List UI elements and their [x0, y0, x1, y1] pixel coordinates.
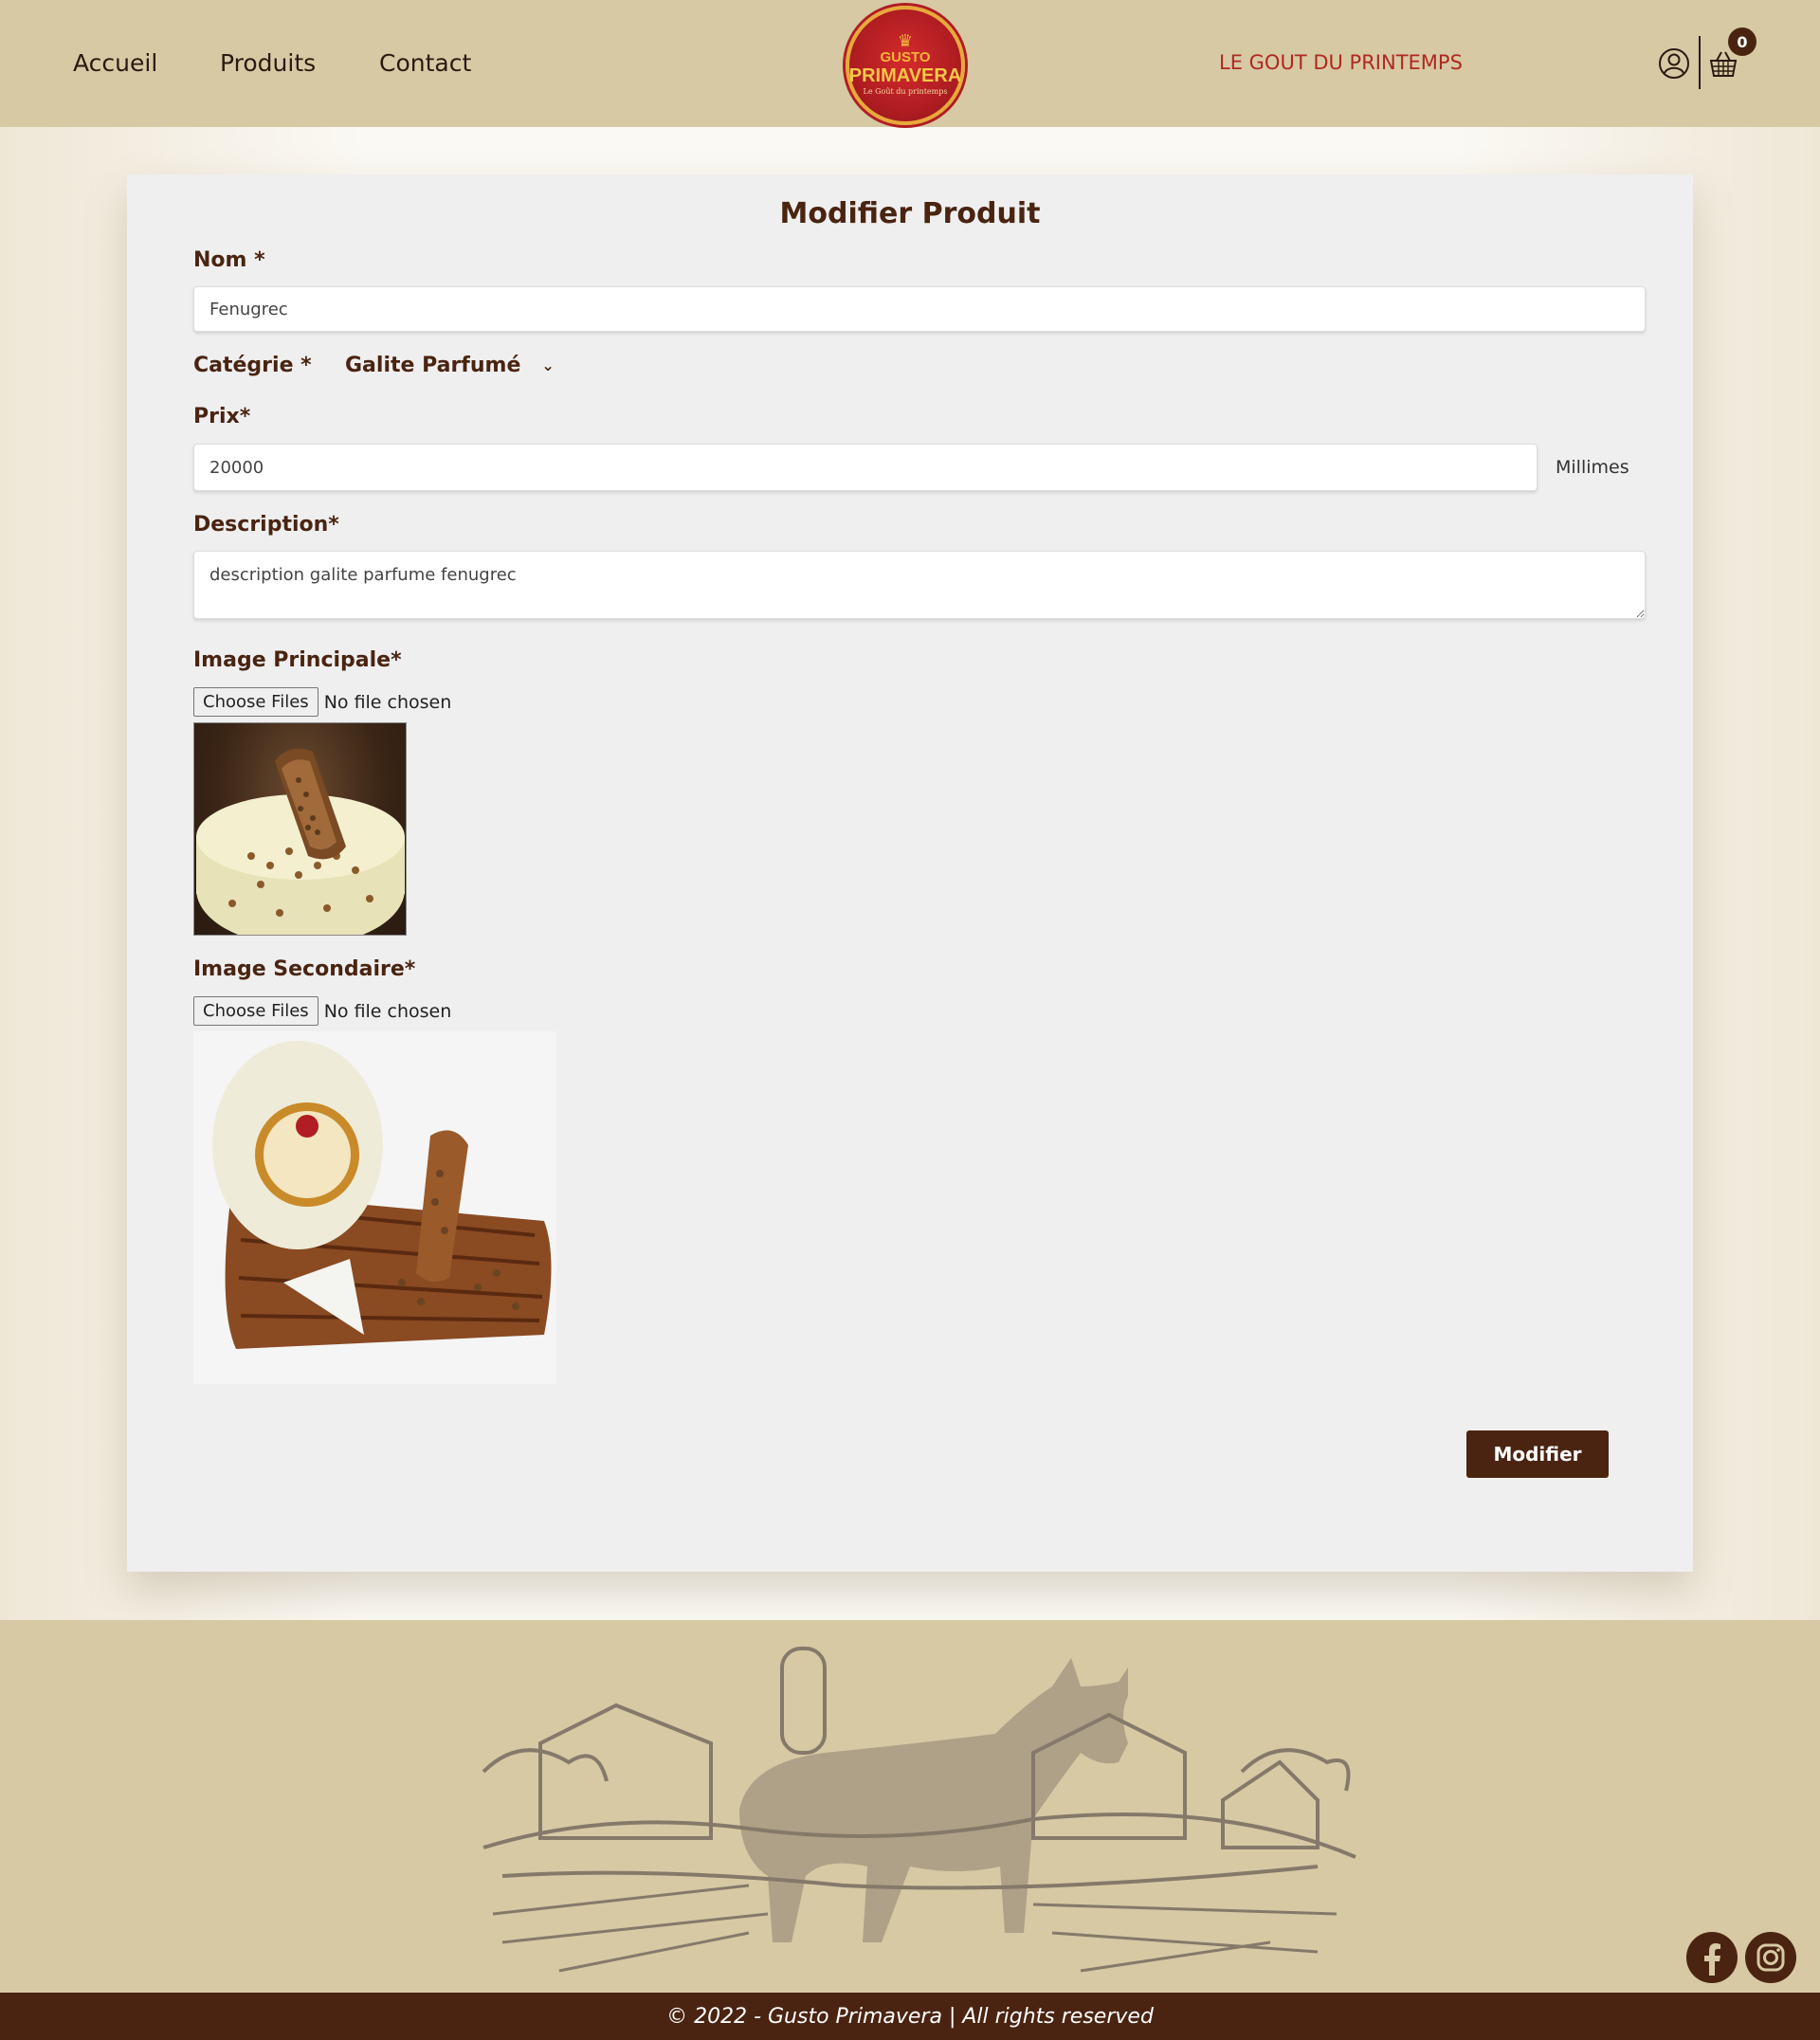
user-icon[interactable]	[1658, 47, 1690, 80]
nav-accueil[interactable]: Accueil	[73, 49, 157, 77]
choose-files-button[interactable]: Choose Files	[193, 687, 318, 717]
site-footer	[0, 1620, 1820, 1993]
brand-logo[interactable]: ♛ GUSTO PRIMAVERA Le Goût du printemps	[846, 6, 965, 125]
nom-input[interactable]	[193, 286, 1646, 332]
description-label: Description*	[193, 513, 339, 537]
facebook-icon[interactable]	[1686, 1932, 1738, 1983]
image-secondaire-preview	[193, 1031, 556, 1384]
header-divider	[1699, 36, 1701, 89]
nom-label: Nom *	[193, 248, 265, 272]
edit-product-card: Modifier Produit Nom * Catégrie * Galite…	[127, 174, 1693, 1572]
image-principale-label: Image Principale*	[193, 648, 402, 672]
prix-input[interactable]	[193, 444, 1538, 491]
categorie-label: Catégrie *	[193, 354, 312, 377]
cart-count-badge: 0	[1728, 27, 1756, 56]
farm-cow-illustration	[482, 1647, 1356, 1973]
nav-produits[interactable]: Produits	[220, 49, 316, 77]
logo-line3: Le Goût du printemps	[863, 87, 948, 96]
image-secondaire-file-input: Choose Files No file chosen	[193, 996, 451, 1026]
crown-icon: ♛	[897, 31, 914, 51]
image-principale-preview	[193, 722, 407, 936]
logo-line2: PRIMAVERA	[848, 65, 962, 86]
prix-label: Prix*	[193, 405, 251, 428]
logo-line1: GUSTO	[880, 49, 931, 65]
instagram-icon[interactable]	[1745, 1932, 1796, 1983]
categorie-select[interactable]: Galite Parfumé ⌄	[345, 354, 555, 377]
site-header: Accueil Produits Contact ♛ GUSTO PRIMAVE…	[0, 0, 1820, 127]
categorie-value: Galite Parfumé	[345, 354, 521, 377]
prix-unit: Millimes	[1556, 457, 1629, 478]
chevron-down-icon: ⌄	[541, 356, 555, 374]
image-secondaire-label: Image Secondaire*	[193, 957, 416, 981]
copyright-text: © 2022 - Gusto Primavera | All rights re…	[666, 2004, 1154, 2029]
tagline: LE GOUT DU PRINTEMPS	[1219, 51, 1463, 74]
nav-contact[interactable]: Contact	[379, 49, 471, 77]
modifier-button[interactable]: Modifier	[1466, 1430, 1609, 1478]
page-title: Modifier Produit	[779, 197, 1041, 230]
description-textarea[interactable]: description galite parfume fenugrec	[193, 551, 1646, 619]
copyright-bar: © 2022 - Gusto Primavera | All rights re…	[0, 1993, 1820, 2040]
file-status: No file chosen	[323, 691, 452, 713]
file-status: No file chosen	[323, 1000, 452, 1022]
choose-files-button[interactable]: Choose Files	[193, 996, 318, 1026]
image-principale-file-input: Choose Files No file chosen	[193, 687, 451, 717]
